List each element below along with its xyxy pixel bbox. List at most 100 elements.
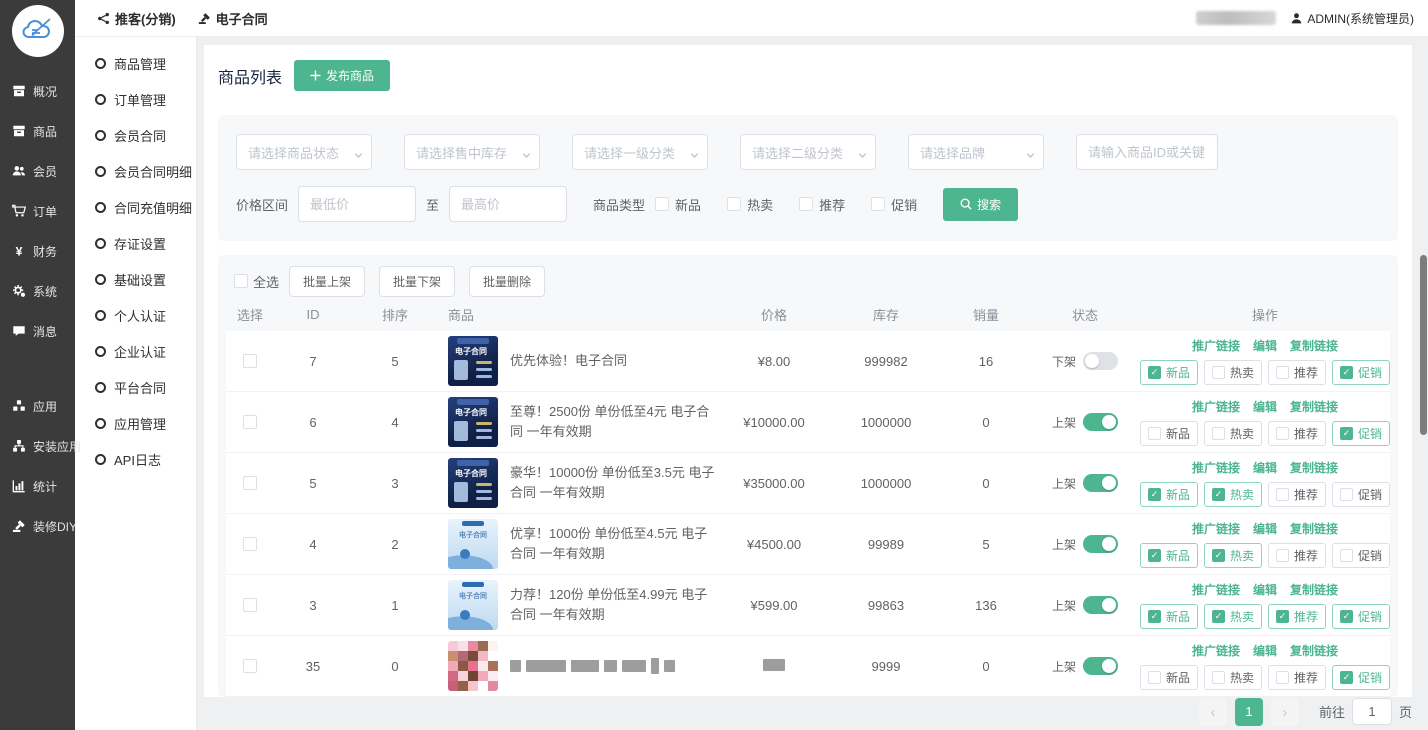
row-checkbox[interactable] (243, 354, 257, 368)
op-link-编辑[interactable]: 编辑 (1253, 398, 1277, 415)
tag-toggle-新品[interactable]: ✓新品 (1140, 482, 1198, 507)
status-toggle[interactable] (1083, 535, 1118, 553)
row-checkbox[interactable] (243, 659, 257, 673)
max-price-input[interactable] (449, 186, 567, 222)
subnav-item-企业认证[interactable]: 企业认证 (75, 333, 196, 369)
op-link-编辑[interactable]: 编辑 (1253, 581, 1277, 598)
keyword-input[interactable] (1076, 134, 1218, 170)
batch-button-批量下架[interactable]: 批量下架 (379, 266, 455, 297)
tag-toggle-促销[interactable]: ✓促销 (1332, 421, 1390, 446)
subnav-item-基础设置[interactable]: 基础设置 (75, 261, 196, 297)
tag-toggle-热卖[interactable]: ✓热卖 (1204, 482, 1262, 507)
rail-item-系统[interactable]: 系统 (0, 271, 75, 311)
subnav-item-个人认证[interactable]: 个人认证 (75, 297, 196, 333)
tag-toggle-促销[interactable]: 促销 (1332, 543, 1390, 568)
tag-toggle-热卖[interactable]: 热卖 (1204, 360, 1262, 385)
rail-item-概况[interactable]: 概况 (0, 71, 75, 111)
tag-toggle-促销[interactable]: ✓促销 (1332, 360, 1390, 385)
rail-item-消息[interactable]: 消息 (0, 311, 75, 351)
status-toggle[interactable] (1083, 352, 1118, 370)
subnav-item-订单管理[interactable]: 订单管理 (75, 81, 196, 117)
op-link-编辑[interactable]: 编辑 (1253, 642, 1277, 659)
subnav-item-会员合同明细[interactable]: 会员合同明细 (75, 153, 196, 189)
op-link-复制链接[interactable]: 复制链接 (1290, 642, 1338, 659)
row-checkbox[interactable] (243, 476, 257, 490)
row-checkbox[interactable] (243, 415, 257, 429)
tag-toggle-热卖[interactable]: ✓热卖 (1204, 543, 1262, 568)
tag-toggle-推荐[interactable]: 推荐 (1268, 482, 1326, 507)
tag-toggle-热卖[interactable]: 热卖 (1204, 421, 1262, 446)
filter-select-请选择品牌[interactable]: 请选择品牌 (908, 134, 1044, 170)
type-checkbox-促销[interactable]: 促销 (871, 195, 917, 214)
op-link-复制链接[interactable]: 复制链接 (1290, 459, 1338, 476)
row-checkbox[interactable] (243, 598, 257, 612)
top-tab-电子合同[interactable]: 电子合同 (198, 9, 268, 28)
type-checkbox-推荐[interactable]: 推荐 (799, 195, 845, 214)
filter-select-请选择商品状态[interactable]: 请选择商品状态 (236, 134, 372, 170)
rail-item-统计[interactable]: 统计 (0, 466, 75, 506)
op-link-复制链接[interactable]: 复制链接 (1290, 581, 1338, 598)
subnav-item-存证设置[interactable]: 存证设置 (75, 225, 196, 261)
tag-toggle-热卖[interactable]: ✓热卖 (1204, 604, 1262, 629)
page-scrollbar[interactable] (1419, 0, 1427, 730)
tag-toggle-新品[interactable]: ✓新品 (1140, 360, 1198, 385)
top-tab-推客(分销)[interactable]: 推客(分销) (97, 9, 176, 28)
tag-toggle-新品[interactable]: ✓新品 (1140, 604, 1198, 629)
op-link-推广链接[interactable]: 推广链接 (1192, 581, 1240, 598)
filter-select-请选择售中库存[interactable]: 请选择售中库存 (404, 134, 540, 170)
tag-toggle-推荐[interactable]: 推荐 (1268, 421, 1326, 446)
status-toggle[interactable] (1083, 657, 1118, 675)
rail-item-应用[interactable]: 应用 (0, 386, 75, 426)
tag-toggle-热卖[interactable]: 热卖 (1204, 665, 1262, 690)
subnav-item-应用管理[interactable]: 应用管理 (75, 405, 196, 441)
subnav-item-API日志[interactable]: API日志 (75, 441, 196, 477)
op-link-复制链接[interactable]: 复制链接 (1290, 337, 1338, 354)
rail-item-装修DIY[interactable]: 装修DIY (0, 506, 75, 546)
goto-page-input[interactable] (1352, 698, 1392, 725)
status-toggle[interactable] (1083, 474, 1118, 492)
tag-toggle-推荐[interactable]: 推荐 (1268, 360, 1326, 385)
tag-toggle-新品[interactable]: ✓新品 (1140, 543, 1198, 568)
op-link-编辑[interactable]: 编辑 (1253, 459, 1277, 476)
rail-item-安装应用[interactable]: 安装应用 (0, 426, 75, 466)
batch-button-批量删除[interactable]: 批量删除 (469, 266, 545, 297)
subnav-item-合同充值明细[interactable]: 合同充值明细 (75, 189, 196, 225)
admin-menu[interactable]: ADMIN(系统管理员) (1290, 10, 1414, 27)
status-toggle[interactable] (1083, 596, 1118, 614)
page-1-button[interactable]: 1 (1235, 698, 1263, 726)
select-all-checkbox[interactable] (234, 274, 248, 288)
type-checkbox-新品[interactable]: 新品 (655, 195, 701, 214)
subnav-item-商品管理[interactable]: 商品管理 (75, 45, 196, 81)
rail-item-财务[interactable]: ¥财务 (0, 231, 75, 271)
op-link-复制链接[interactable]: 复制链接 (1290, 520, 1338, 537)
row-checkbox[interactable] (243, 537, 257, 551)
tag-toggle-推荐[interactable]: ✓推荐 (1268, 604, 1326, 629)
next-page-button[interactable]: › (1271, 698, 1299, 726)
batch-button-批量上架[interactable]: 批量上架 (289, 266, 365, 297)
tag-toggle-新品[interactable]: 新品 (1140, 421, 1198, 446)
status-toggle[interactable] (1083, 413, 1118, 431)
op-link-复制链接[interactable]: 复制链接 (1290, 398, 1338, 415)
tag-toggle-新品[interactable]: 新品 (1140, 665, 1198, 690)
op-link-推广链接[interactable]: 推广链接 (1192, 398, 1240, 415)
app-logo[interactable] (12, 5, 64, 57)
tag-toggle-促销[interactable]: ✓促销 (1332, 604, 1390, 629)
scrollbar-thumb[interactable] (1420, 255, 1427, 435)
type-checkbox-热卖[interactable]: 热卖 (727, 195, 773, 214)
publish-product-button[interactable]: 发布商品 (294, 60, 390, 91)
rail-item-订单[interactable]: 订单 (0, 191, 75, 231)
rail-item-会员[interactable]: 会员 (0, 151, 75, 191)
min-price-input[interactable] (298, 186, 416, 222)
op-link-推广链接[interactable]: 推广链接 (1192, 520, 1240, 537)
tag-toggle-促销[interactable]: 促销 (1332, 482, 1390, 507)
op-link-推广链接[interactable]: 推广链接 (1192, 337, 1240, 354)
search-button[interactable]: 搜索 (943, 188, 1018, 221)
filter-select-请选择二级分类[interactable]: 请选择二级分类 (740, 134, 876, 170)
rail-item-商品[interactable]: 商品 (0, 111, 75, 151)
subnav-item-会员合同[interactable]: 会员合同 (75, 117, 196, 153)
op-link-推广链接[interactable]: 推广链接 (1192, 642, 1240, 659)
op-link-编辑[interactable]: 编辑 (1253, 520, 1277, 537)
prev-page-button[interactable]: ‹ (1199, 698, 1227, 726)
tag-toggle-推荐[interactable]: 推荐 (1268, 543, 1326, 568)
op-link-编辑[interactable]: 编辑 (1253, 337, 1277, 354)
